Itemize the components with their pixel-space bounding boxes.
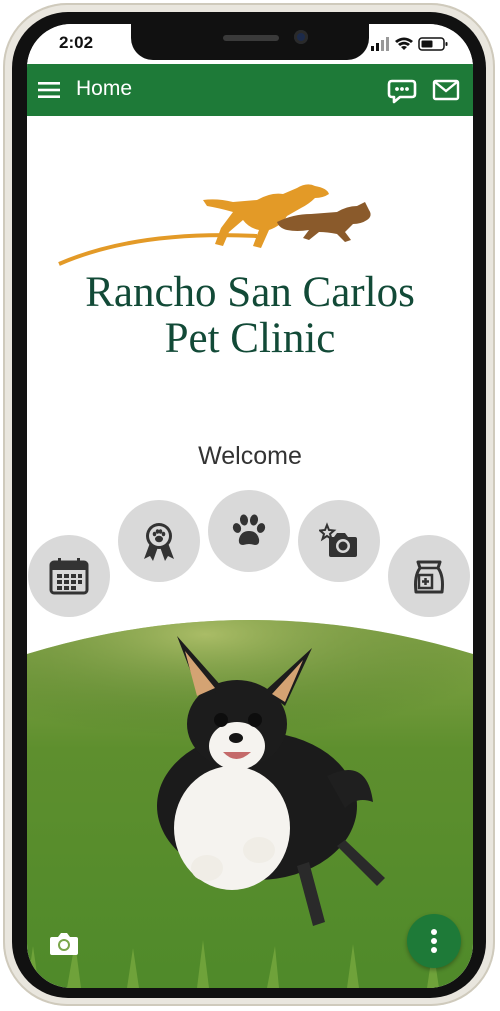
logo-text-line2: Pet Clinic <box>164 315 336 362</box>
more-options-button[interactable] <box>407 914 461 968</box>
envelope-icon[interactable] <box>432 77 460 103</box>
status-time: 2:02 <box>59 33 94 52</box>
chihuahua-running-on-grass <box>27 612 473 988</box>
pets-button[interactable] <box>208 490 290 572</box>
award-ribbon-paw-icon <box>144 523 174 561</box>
pet-food-bag-icon <box>414 560 444 594</box>
front-camera <box>294 30 308 44</box>
app-screen: 2:02 Home Rancho San Carlos Pet Clinic W… <box>27 24 473 988</box>
photos-button[interactable] <box>298 500 380 582</box>
clinic-logo: Rancho San Carlos Pet Clinic <box>27 116 473 376</box>
paw-print-icon <box>232 514 266 545</box>
camera-star-icon <box>319 522 357 557</box>
pet-food-button[interactable] <box>388 535 470 617</box>
notch <box>131 24 369 60</box>
app-header: Home <box>27 64 473 116</box>
wifi-icon <box>395 37 413 50</box>
calendar-icon <box>49 558 89 595</box>
calendar-button[interactable] <box>28 535 110 617</box>
camera-icon[interactable] <box>49 930 79 956</box>
hero-photo <box>27 596 473 988</box>
speaker-grille <box>223 35 279 41</box>
page-title: Home <box>76 77 133 100</box>
hamburger-menu-icon[interactable] <box>37 78 61 102</box>
awards-button[interactable] <box>118 500 200 582</box>
chat-bubble-icon[interactable] <box>387 75 417 105</box>
status-bar: 2:02 <box>27 24 473 64</box>
cellular-signal-icon <box>371 37 389 51</box>
battery-icon <box>418 37 448 51</box>
logo-text-line1: Rancho San Carlos <box>85 269 415 316</box>
welcome-text: Welcome <box>198 442 302 470</box>
running-dog-and-cat-logo <box>58 184 371 266</box>
status-icons <box>371 37 448 51</box>
